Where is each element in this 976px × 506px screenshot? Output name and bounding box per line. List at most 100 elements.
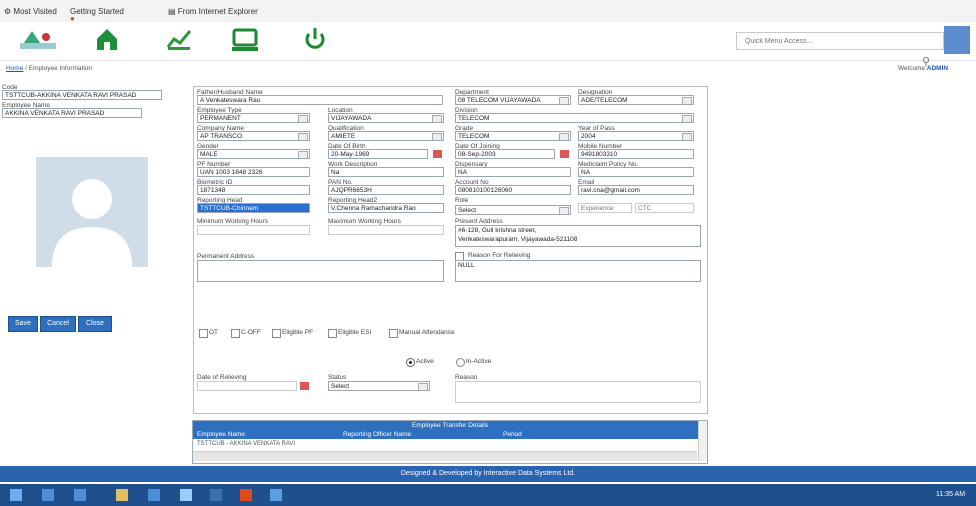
relieve-reason-field[interactable]: NULL: [455, 260, 701, 282]
pf-number-field[interactable]: UAN 1003 1848 2326: [197, 167, 310, 177]
search-input[interactable]: [743, 37, 907, 46]
ctc-field[interactable]: CTC: [635, 203, 694, 213]
calendar-icon[interactable]: [300, 382, 309, 390]
role-label: Role: [455, 197, 469, 204]
reporting-head-field[interactable]: TSTTCUB-Chinnam: [197, 203, 310, 213]
present-address-line1: #6-128, Gull krishna street,: [458, 227, 537, 234]
firefox-icon[interactable]: [240, 489, 252, 501]
app-header: ⚲: [0, 22, 976, 68]
monitor-icon[interactable]: [230, 25, 260, 53]
experience-field[interactable]: Experience: [578, 203, 632, 213]
ot-label: OT: [209, 329, 219, 336]
taskbar-app-icon[interactable]: [148, 489, 160, 501]
bookmark-from-ie[interactable]: ▤ From Internet Explorer: [168, 7, 258, 16]
status-select[interactable]: Select: [328, 381, 430, 391]
mobile-number-field[interactable]: 9491803310: [578, 149, 694, 159]
designation-select[interactable]: ADE/TELECOM: [578, 95, 694, 105]
min-working-hours-field[interactable]: [197, 225, 310, 235]
reporting-head2-field[interactable]: V.Chenna Ramachandra Rao: [328, 203, 444, 213]
taskbar-app-icon[interactable]: [74, 489, 86, 501]
start-icon[interactable]: [10, 489, 22, 501]
bookmark-most-visited[interactable]: ⚙ Most Visited: [4, 7, 57, 16]
transfer-details-table: Employee Transfer Details Employee Name …: [192, 420, 708, 464]
gender-select[interactable]: MALE: [197, 149, 310, 159]
max-working-hours-field[interactable]: [328, 225, 444, 235]
eligible-pf-label: Eligible PF: [282, 329, 314, 336]
dob-field[interactable]: 20-May-1969: [328, 149, 428, 159]
bookmark-getting-started[interactable]: ● Getting Started: [70, 7, 124, 23]
relieve-reason-label: Reason For Relieving: [468, 252, 531, 259]
company-name-select[interactable]: AP TRANSCO: [197, 131, 310, 141]
taskbar-app-icon[interactable]: [210, 489, 222, 501]
breadcrumb-current: Employee Information: [28, 65, 93, 72]
horizontal-scrollbar[interactable]: [193, 451, 697, 461]
col-reporting-officer: Reporting Officer Name: [343, 431, 412, 438]
qualification-select[interactable]: AMIETE: [328, 131, 444, 141]
calendar-icon[interactable]: [560, 150, 569, 158]
folder-icon[interactable]: [116, 489, 128, 501]
grade-select[interactable]: TELECOM: [455, 131, 571, 141]
employee-name-field[interactable]: AKKINA VENKATA RAVI PRASAD: [2, 108, 142, 118]
calendar-icon[interactable]: [433, 150, 442, 158]
power-icon[interactable]: [300, 25, 330, 53]
breadcrumb-home-link[interactable]: Home: [6, 65, 23, 72]
col-employee-name: Employee Name: [197, 431, 246, 438]
clock: 11:35 AM: [936, 491, 966, 498]
date-of-relieving-field[interactable]: [197, 381, 297, 391]
inactive-label: In-Active: [466, 358, 492, 365]
taskbar-app-icon[interactable]: [180, 489, 192, 501]
taskbar-app-icon[interactable]: [270, 489, 282, 501]
user-avatar[interactable]: [944, 26, 970, 54]
doj-field[interactable]: 08-Sep-2003: [455, 149, 555, 159]
department-select[interactable]: 08 TELECOM VIJAYAWADA: [455, 95, 571, 105]
employee-photo: [36, 157, 148, 267]
col-period: Period: [503, 431, 522, 438]
year-of-pass-select[interactable]: 2004: [578, 131, 694, 141]
home-icon[interactable]: [92, 25, 122, 53]
active-radio[interactable]: [406, 358, 415, 367]
max-working-hours-label: Maximum Working Hours: [328, 218, 401, 225]
permanent-address-field[interactable]: [197, 260, 444, 282]
eligible-pf-checkbox[interactable]: [272, 329, 281, 338]
present-address-field[interactable]: #6-128, Gull krishna street, Venkateswar…: [455, 225, 701, 247]
page-footer: Designed & Developed by Interactive Data…: [0, 466, 976, 482]
father-name-field[interactable]: A Venkateswara Rao: [197, 95, 443, 105]
coff-checkbox[interactable]: [231, 329, 240, 338]
status-label: Status: [328, 374, 347, 381]
ot-checkbox[interactable]: [199, 329, 208, 338]
manual-attendance-checkbox[interactable]: [389, 329, 398, 338]
vertical-scrollbar[interactable]: [698, 421, 707, 461]
role-select[interactable]: Select: [455, 205, 571, 215]
transfer-table-title: Employee Transfer Details: [193, 421, 707, 430]
taskbar-app-icon[interactable]: [42, 489, 54, 501]
division-select[interactable]: TELECOM: [455, 113, 694, 123]
cancel-button[interactable]: Cancel: [40, 316, 76, 332]
date-of-relieving-label: Date of Relieving: [197, 374, 247, 381]
present-address-line2: Venkateswarapuram, Vijayawada-521108: [458, 236, 578, 243]
employee-type-select[interactable]: PERMANENT: [197, 113, 310, 123]
active-label: Active: [416, 358, 434, 365]
present-address-label: Present Address: [455, 218, 503, 225]
bookmarks-bar: ⚙ Most Visited ● Getting Started ▤ From …: [0, 0, 976, 23]
mediclaim-field[interactable]: NA: [578, 167, 694, 177]
work-description-field[interactable]: Na: [328, 167, 444, 177]
reason-field[interactable]: [455, 381, 701, 403]
biometric-id-field[interactable]: 1871348: [197, 185, 310, 195]
location-select[interactable]: VIJAYAWADA: [328, 113, 444, 123]
manual-attendance-label: Manual Attendance: [399, 329, 455, 336]
chart-icon[interactable]: [164, 25, 194, 53]
transfer-table-header: Employee Name Reporting Officer Name Per…: [193, 430, 707, 439]
dispensary-field[interactable]: NA: [455, 167, 571, 177]
account-number-field[interactable]: 080810100126060: [455, 185, 571, 195]
welcome-text: Welcome ADMIN: [898, 65, 949, 72]
pan-field[interactable]: AJQPR6653H: [328, 185, 444, 195]
coff-label: C-OFF: [241, 329, 261, 336]
inactive-radio[interactable]: [456, 358, 465, 367]
close-button[interactable]: Close: [78, 316, 112, 332]
logo-icon: [18, 25, 56, 53]
email-field[interactable]: ravi.cna@gmail.com: [578, 185, 694, 195]
eligible-esi-checkbox[interactable]: [328, 329, 337, 338]
code-field[interactable]: TSTTCUB-AKKINA VENKATA RAVI PRASAD: [2, 90, 162, 100]
save-button[interactable]: Save: [8, 316, 38, 332]
reason-label: Reason: [455, 374, 478, 381]
